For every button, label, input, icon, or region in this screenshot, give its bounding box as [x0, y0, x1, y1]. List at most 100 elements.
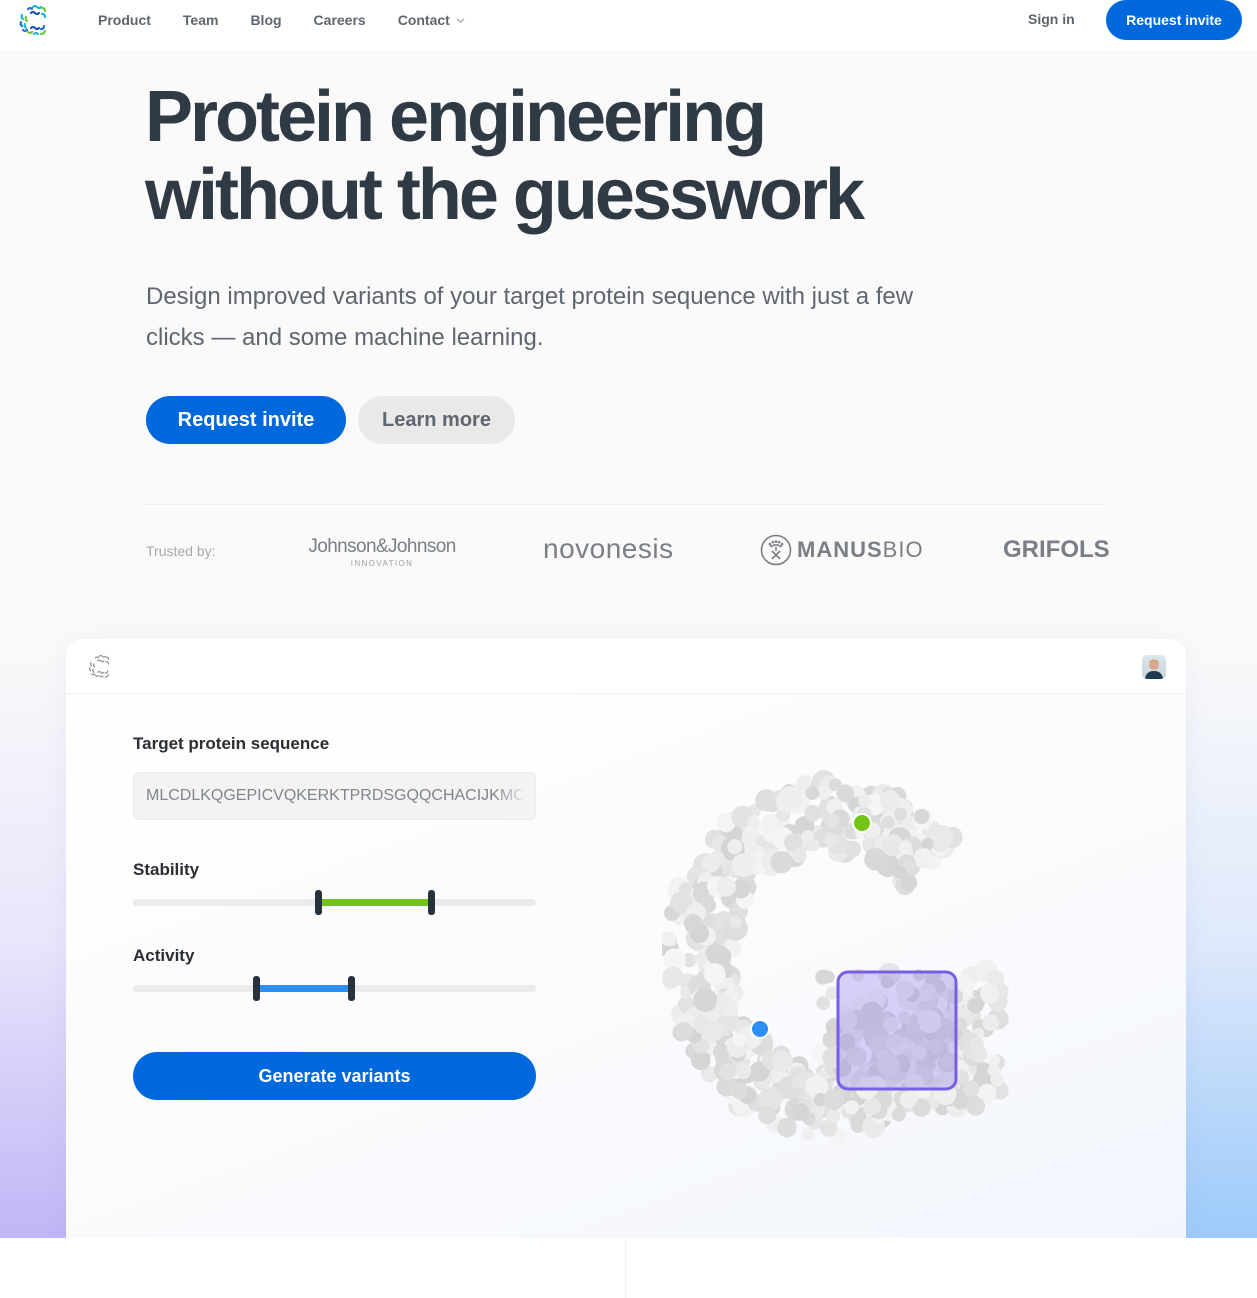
app-logo-icon	[89, 654, 110, 678]
protein-atom	[891, 1107, 906, 1122]
protein-atom	[791, 848, 807, 863]
protein-atom	[702, 854, 720, 873]
chevron-down-icon	[456, 17, 465, 23]
protein-atom	[758, 1106, 777, 1125]
protein-atoms	[662, 770, 1009, 1146]
sequence-input[interactable]: MLCDLKQGEPICVQKERKTPRDSGQQCHACIJKMC	[133, 772, 536, 820]
nav-link-product[interactable]: Product	[98, 12, 151, 28]
protein-atom	[704, 1022, 724, 1041]
activity-site-marker[interactable]	[752, 1021, 768, 1037]
protein-atom	[729, 915, 742, 929]
nav-link-contact-label: Contact	[397, 12, 450, 28]
brand-logo-novonesis: novonesis	[543, 533, 674, 564]
hero-title-line-2: without the guesswork	[145, 155, 865, 235]
protein-atom	[899, 1091, 917, 1109]
sequence-fade	[495, 773, 535, 819]
generate-variants-button[interactable]: Generate variants	[133, 1052, 536, 1100]
activity-max-handle[interactable]	[347, 976, 355, 1001]
brand-logo-manusbio: MANUSBIO	[760, 534, 924, 566]
request-invite-button[interactable]: Request invite	[146, 396, 346, 444]
top-nav: Product Team Blog Careers Contact Sign i…	[0, 0, 1257, 50]
protein-atom	[770, 851, 793, 874]
protein-atom	[822, 970, 835, 984]
protein-atom	[696, 886, 709, 899]
protein-atom	[801, 1127, 815, 1141]
protein-structure-visualization[interactable]	[662, 769, 1022, 1149]
learn-more-button[interactable]: Learn more	[358, 396, 515, 444]
hero-title: Protein engineering without the guesswor…	[145, 78, 1045, 234]
protein-atom	[881, 815, 895, 829]
protein-atom	[824, 832, 839, 848]
protein-atom	[805, 786, 820, 800]
brand-manus-bold: MANUS	[797, 537, 883, 562]
sequence-label: Target protein sequence	[133, 734, 330, 753]
protein-atom	[844, 1100, 859, 1115]
protein-atom	[967, 997, 984, 1014]
protein-atom	[863, 1097, 882, 1115]
stability-site-marker[interactable]	[854, 815, 870, 831]
protein-atom	[826, 1109, 841, 1123]
protein-atom	[858, 794, 872, 808]
protein-atom	[693, 988, 717, 1012]
brand-logo-grifols: GRIFOLS	[1003, 536, 1110, 563]
nav-request-invite-button[interactable]: Request invite	[1106, 0, 1242, 40]
protein-atom	[791, 1103, 810, 1121]
stability-range-fill	[318, 899, 432, 906]
protein-atom	[914, 808, 930, 825]
protein-atom	[913, 848, 934, 869]
stability-max-handle[interactable]	[428, 890, 436, 915]
protein-atom	[727, 839, 743, 855]
protein-atom	[694, 952, 708, 965]
protein-atom	[731, 853, 756, 877]
protein-atom	[719, 1062, 737, 1081]
sign-in-link[interactable]: Sign in	[1028, 11, 1075, 27]
section-divider	[146, 504, 1106, 505]
protein-atom	[777, 1117, 797, 1138]
stability-min-handle[interactable]	[315, 890, 323, 915]
protein-atom	[982, 1014, 999, 1031]
company-logo-icon[interactable]	[17, 3, 51, 39]
activity-range-fill	[255, 985, 351, 992]
brand-logo-johnson-johnson: Johnson&Johnson INNOVATION	[301, 536, 463, 568]
protein-atom	[791, 1075, 806, 1090]
demo-app-header	[66, 639, 1186, 694]
nav-link-contact[interactable]: Contact	[398, 12, 465, 28]
protein-atom	[747, 816, 760, 829]
protein-atom	[980, 984, 1000, 1004]
next-section	[0, 1238, 1257, 1298]
nav-link-blog[interactable]: Blog	[250, 12, 281, 28]
stability-range-slider[interactable]	[133, 890, 536, 915]
protein-atom	[775, 792, 797, 813]
protein-atom	[930, 824, 954, 849]
protein-atom	[828, 778, 842, 791]
protein-atom	[772, 1050, 793, 1072]
activity-range-slider[interactable]	[133, 976, 536, 1001]
protein-atom	[893, 865, 907, 879]
protein-atom	[966, 1097, 986, 1116]
protein-atom	[722, 1000, 739, 1017]
activity-min-handle[interactable]	[252, 976, 260, 1001]
protein-atom	[898, 840, 913, 854]
protein-atom	[804, 804, 822, 822]
user-avatar[interactable]	[1142, 655, 1166, 679]
protein-atom	[716, 877, 737, 897]
demo-app-card: Target protein sequence MLCDLKQGEPICVQKE…	[66, 639, 1186, 1238]
manusbio-tree-icon	[760, 534, 792, 566]
protein-atom	[970, 1045, 988, 1063]
brand-jj-name: Johnson&Johnson	[308, 536, 456, 557]
brand-manus-light: BIO	[882, 537, 924, 562]
protein-atom	[731, 1032, 746, 1047]
brand-jj-sub: INNOVATION	[350, 559, 414, 568]
stability-label: Stability	[133, 860, 200, 879]
protein-atom	[823, 1089, 845, 1111]
nav-link-team[interactable]: Team	[183, 12, 219, 28]
protein-atom	[824, 813, 840, 829]
sequence-value: MLCDLKQGEPICVQKERKTPRDSGQQCHACIJKMC	[146, 787, 525, 804]
section-split-line	[625, 1238, 626, 1298]
nav-link-careers[interactable]: Careers	[314, 12, 366, 28]
hero-title-line-1: Protein engineering	[145, 77, 767, 157]
selection-region[interactable]	[836, 970, 958, 1091]
protein-atom	[735, 1063, 752, 1079]
protein-atom	[730, 1082, 748, 1099]
protein-atom	[893, 807, 908, 821]
